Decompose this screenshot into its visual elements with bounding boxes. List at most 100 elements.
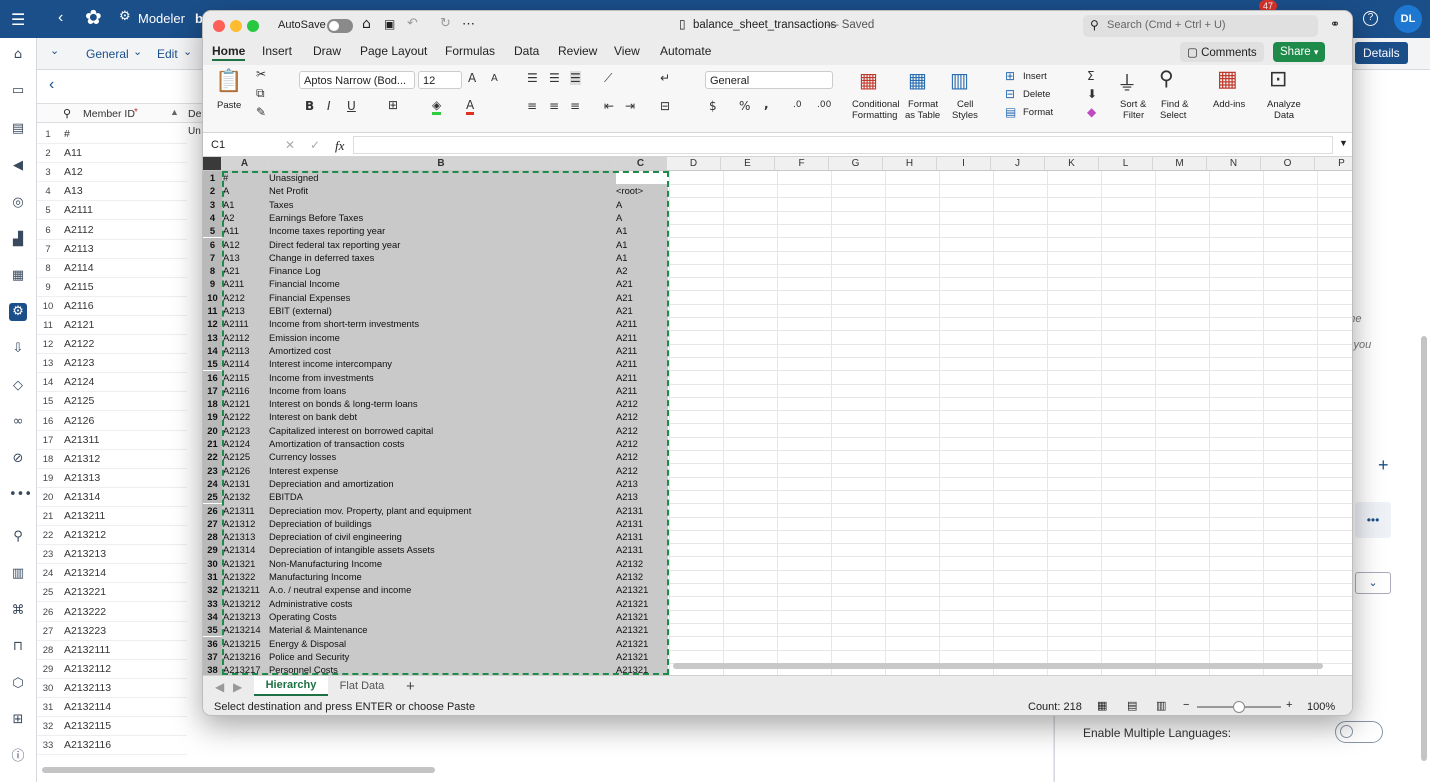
wrap-text-icon[interactable]: ↵ xyxy=(660,71,670,85)
megaphone-icon[interactable]: ◀ xyxy=(9,157,27,175)
member-row[interactable]: 24 A213214 xyxy=(37,564,187,584)
column-header-g[interactable]: G xyxy=(829,157,883,171)
member-id-cell[interactable]: A11 xyxy=(64,147,82,159)
search-scan-icon[interactable]: ◎ xyxy=(9,194,27,212)
row-header[interactable]: 13 xyxy=(203,330,222,344)
fill-color-icon[interactable]: ◈ xyxy=(432,98,442,115)
tab-formulas[interactable]: Formulas xyxy=(445,44,495,58)
member-id-cell[interactable]: A2113 xyxy=(64,243,94,255)
book-icon[interactable]: ▥ xyxy=(9,565,27,583)
sort-filter-label-2[interactable]: Filter xyxy=(1123,111,1144,121)
member-row[interactable]: 1 # xyxy=(37,125,187,144)
member-row[interactable]: 23 A213213 xyxy=(37,545,187,565)
file-title[interactable]: balance_sheet_transactions xyxy=(693,19,836,31)
member-id-cell[interactable]: A2132111 xyxy=(64,644,110,656)
member-row[interactable]: 21 A213211 xyxy=(37,507,187,526)
addins-label[interactable]: Add-ins xyxy=(1213,100,1245,110)
comments-button[interactable]: ▢ Comments xyxy=(1180,42,1264,62)
sort-filter-icon[interactable]: ⏚ xyxy=(1117,67,1137,96)
format-as-table-label-1[interactable]: Format xyxy=(908,100,938,110)
member-row[interactable]: 4 A13 xyxy=(37,182,187,202)
sort-icon[interactable]: ▲ xyxy=(170,107,179,117)
member-id-cell[interactable]: A2126 xyxy=(64,415,94,427)
insert-cells-label[interactable]: Insert xyxy=(1023,72,1047,82)
enter-icon[interactable]: ✓ xyxy=(310,138,320,152)
row-header[interactable]: 37 xyxy=(203,649,222,664)
member-row[interactable]: 28 A2132111 xyxy=(37,641,187,660)
decrease-indent-icon[interactable]: ⇤ xyxy=(604,99,614,113)
member-row[interactable]: 5 A2111 xyxy=(37,201,187,221)
close-button[interactable] xyxy=(213,20,225,32)
clipboard-icon[interactable]: 📋 xyxy=(215,69,242,94)
member-row[interactable]: 12 A2122 xyxy=(37,335,187,355)
row-header[interactable]: 29 xyxy=(203,543,222,557)
row-header[interactable]: 8 xyxy=(203,264,222,278)
column-header-f[interactable]: F xyxy=(775,157,829,171)
row-header[interactable]: 11 xyxy=(203,304,222,318)
copy-icon[interactable]: ⧉ xyxy=(256,86,265,101)
cancel-icon[interactable]: ✕ xyxy=(285,138,295,152)
more-options-button[interactable]: ••• xyxy=(1355,502,1391,538)
member-id-cell[interactable]: A2112 xyxy=(64,224,94,236)
member-row[interactable]: 32 A2132115 xyxy=(37,717,187,737)
row-header[interactable]: 24 xyxy=(203,476,222,491)
member-id-cell[interactable]: A2115 xyxy=(64,281,94,293)
hierarchy-icon[interactable]: ⊞ xyxy=(9,711,27,729)
align-top-icon[interactable]: ☰ xyxy=(527,71,538,85)
redo-icon[interactable]: ↻ xyxy=(440,16,451,31)
column-header-j[interactable]: J xyxy=(991,157,1045,171)
row-header[interactable]: 1 xyxy=(203,171,222,185)
share-button[interactable]: Share ▾ xyxy=(1273,42,1326,62)
row-header[interactable]: 18 xyxy=(203,397,222,411)
deploy-icon[interactable]: ⚲ xyxy=(9,528,27,546)
align-right-icon[interactable]: ≡ xyxy=(570,99,580,113)
row-header[interactable]: 20 xyxy=(203,423,222,437)
paste-label[interactable]: Paste xyxy=(217,101,241,111)
more-icon[interactable]: ⋯ xyxy=(462,16,475,32)
member-id-cell[interactable]: A2114 xyxy=(64,262,94,274)
orientation-icon[interactable]: ⟋ xyxy=(604,71,612,86)
row-header[interactable]: 19 xyxy=(203,410,222,424)
tab-home[interactable]: Home xyxy=(212,44,246,61)
format-painter-icon[interactable]: ✎ xyxy=(256,105,266,119)
page-layout-view-icon[interactable]: ▤ xyxy=(1127,699,1137,712)
format-cells-label[interactable]: Format xyxy=(1023,108,1053,118)
column-header-b[interactable]: B xyxy=(268,157,615,171)
folder-icon[interactable]: ▭ xyxy=(9,82,27,100)
italic-icon[interactable]: I xyxy=(327,99,331,113)
number-format-select[interactable]: General xyxy=(705,71,833,89)
row-header[interactable]: 23 xyxy=(203,463,222,477)
member-id-cell[interactable]: A213221 xyxy=(64,586,106,598)
cut-icon[interactable]: ✂ xyxy=(256,67,266,81)
font-color-icon[interactable]: A xyxy=(466,98,475,115)
member-row[interactable]: 20 A21314 xyxy=(37,488,187,507)
member-id-cell[interactable]: A21313 xyxy=(64,472,100,484)
row-header[interactable]: 6 xyxy=(203,237,222,251)
search-icon[interactable]: ⚲ xyxy=(63,107,71,120)
member-row[interactable]: 9 A2115 xyxy=(37,278,187,297)
merge-center-icon[interactable]: ⊟ xyxy=(660,99,670,113)
row-header[interactable]: 33 xyxy=(203,596,222,610)
member-row[interactable]: 22 A213212 xyxy=(37,526,187,546)
name-box[interactable]: C1 xyxy=(207,136,273,154)
font-size-select[interactable]: 12 xyxy=(418,71,462,89)
row-header[interactable]: 35 xyxy=(203,623,222,637)
analyze-data-icon[interactable]: ⊡ xyxy=(1269,67,1287,92)
compass-icon[interactable]: ⊘ xyxy=(9,450,27,468)
decrease-font-icon[interactable]: A xyxy=(491,73,498,84)
sheet-tab-flat-data[interactable]: Flat Data xyxy=(333,676,391,696)
member-row[interactable]: 8 A2114 xyxy=(37,259,187,278)
member-row[interactable]: 6 A2112 xyxy=(37,221,187,240)
member-id-cell[interactable]: A213212 xyxy=(64,529,106,541)
row-header[interactable]: 17 xyxy=(203,383,222,398)
format-as-table-icon[interactable]: ▦ xyxy=(908,68,927,92)
row-header[interactable]: 38 xyxy=(203,663,222,675)
tab-general[interactable]: General xyxy=(86,47,129,61)
sort-filter-label-1[interactable]: Sort & xyxy=(1120,100,1146,110)
member-id-cell[interactable]: A21311 xyxy=(64,434,99,446)
expand-formula-icon[interactable]: ▼ xyxy=(1339,138,1348,148)
cube-icon[interactable]: ⬡ xyxy=(9,675,27,693)
more-icon[interactable]: ••• xyxy=(9,486,32,504)
column-header-l[interactable]: L xyxy=(1099,157,1153,171)
avatar[interactable]: DL xyxy=(1394,5,1422,33)
